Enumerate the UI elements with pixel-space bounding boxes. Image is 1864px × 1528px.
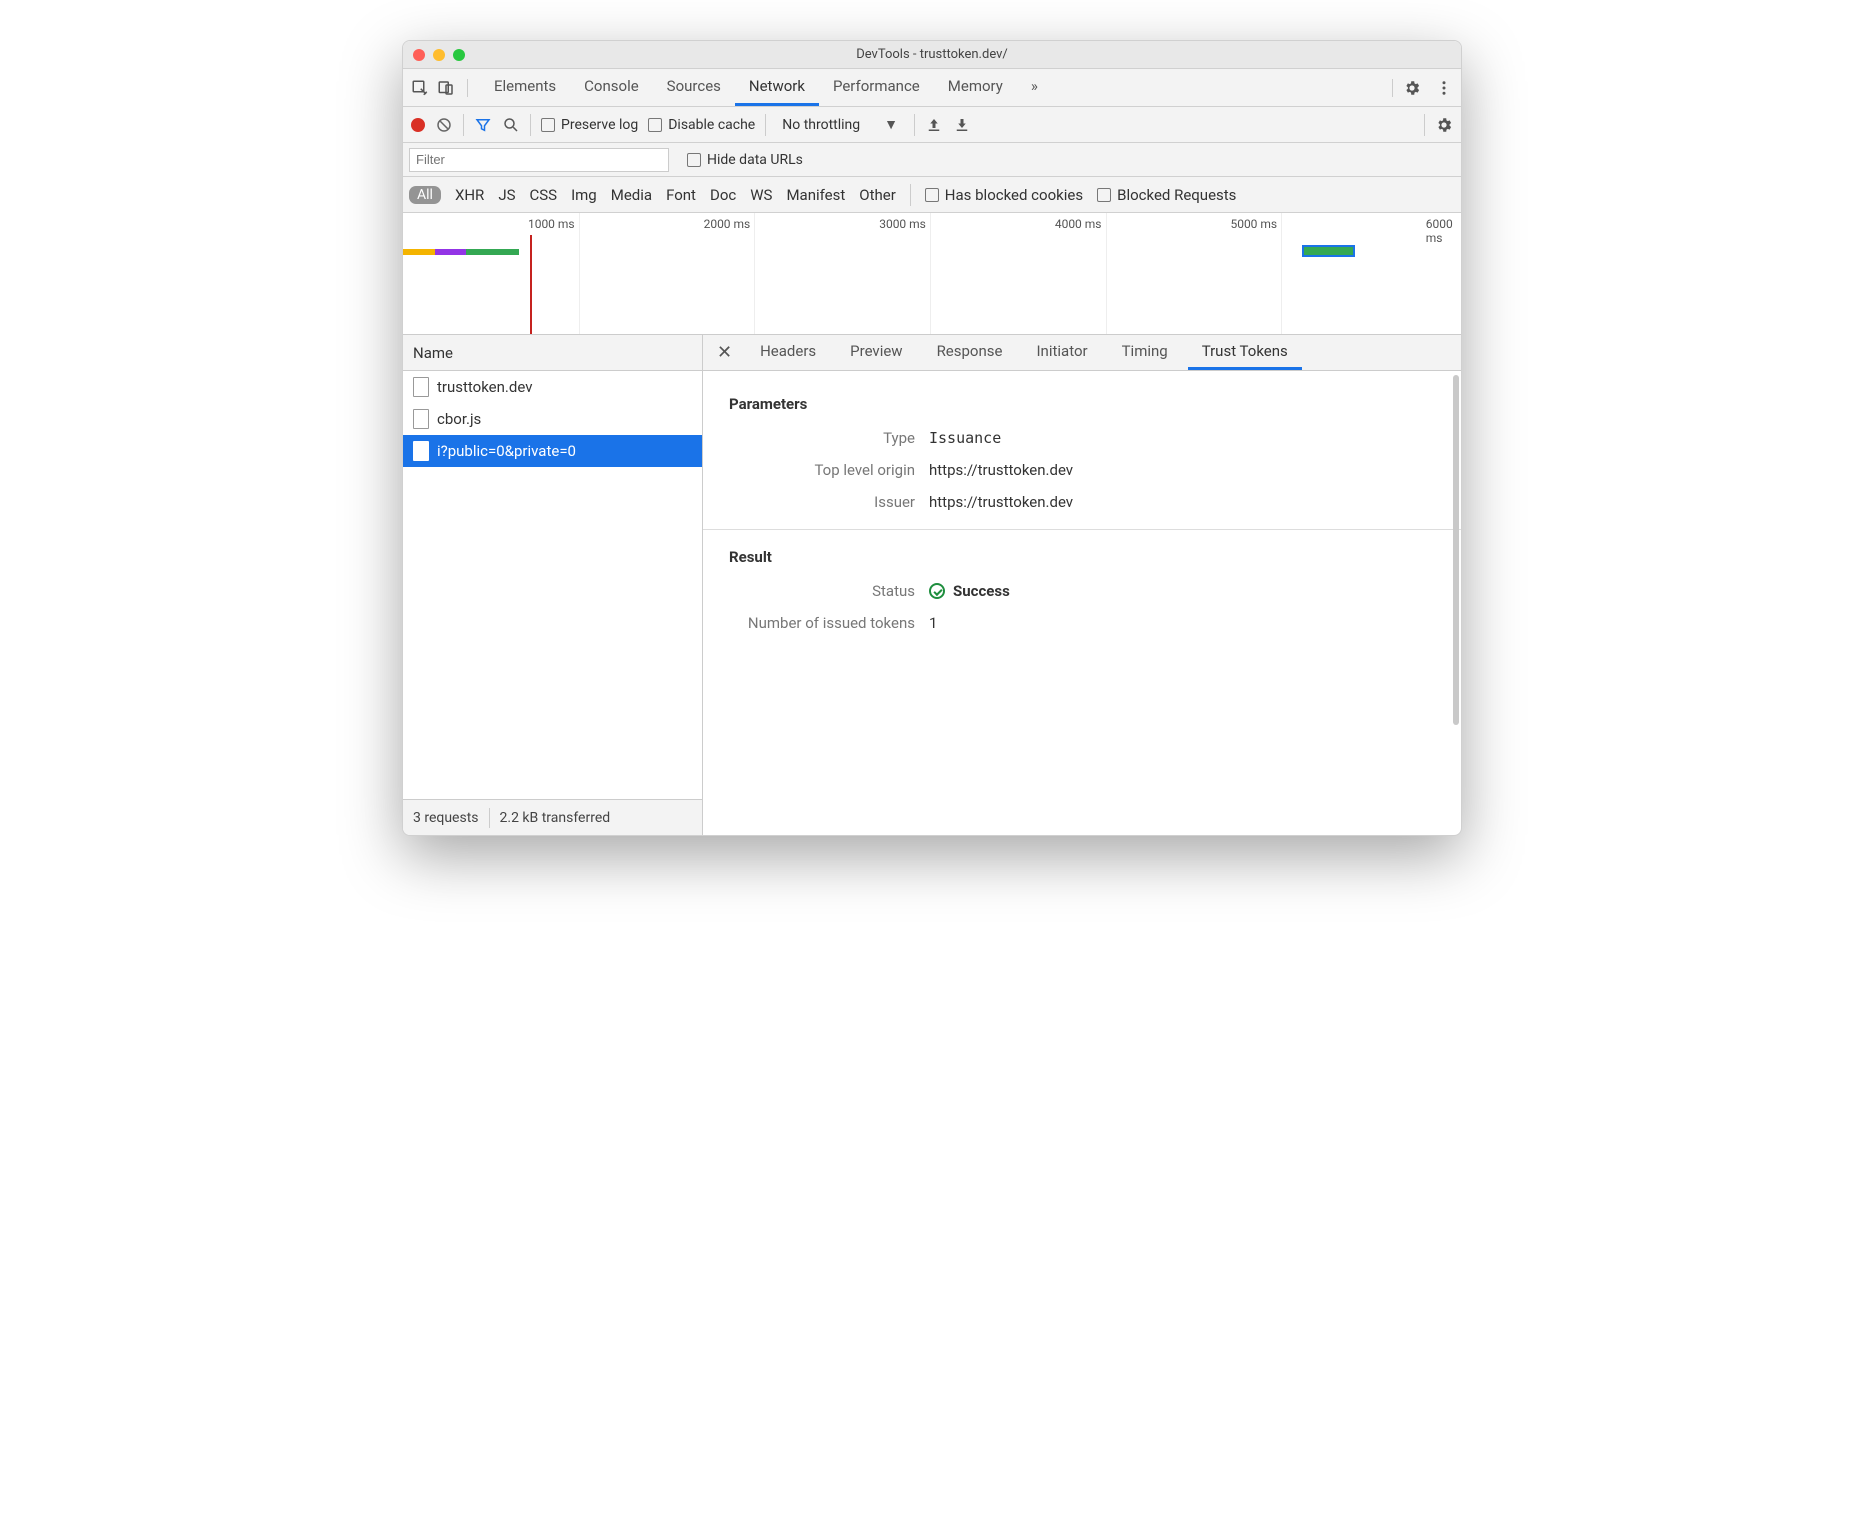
disable-cache-checkbox[interactable]: Disable cache	[648, 117, 755, 133]
network-type-filter: All XHR JS CSS Img Media Font Doc WS Man…	[403, 177, 1461, 213]
request-details-panel: ✕ Headers Preview Response Initiator Tim…	[703, 335, 1461, 835]
request-list-panel: Name trusttoken.dev cbor.js i?public=0&p…	[403, 335, 703, 835]
titlebar: DevTools - trusttoken.dev/	[403, 41, 1461, 69]
timeline-tick: 4000 ms	[1055, 217, 1106, 231]
scrollbar[interactable]	[1451, 371, 1461, 835]
type-img[interactable]: Img	[571, 186, 597, 204]
timeline-tick: 1000 ms	[528, 217, 579, 231]
param-origin-value: https://trusttoken.dev	[929, 461, 1435, 479]
tab-sources[interactable]: Sources	[653, 69, 735, 106]
section-parameters-title: Parameters	[729, 395, 1435, 413]
preserve-log-checkbox[interactable]: Preserve log	[541, 117, 638, 133]
result-issued-label: Number of issued tokens	[729, 614, 929, 632]
param-issuer-label: Issuer	[729, 493, 929, 511]
document-icon	[413, 441, 429, 461]
request-list: trusttoken.dev cbor.js i?public=0&privat…	[403, 371, 702, 799]
timeline-bar	[435, 249, 467, 255]
hide-data-urls-label: Hide data URLs	[707, 152, 803, 168]
network-timeline[interactable]: 1000 ms 2000 ms 3000 ms 4000 ms 5000 ms …	[403, 213, 1461, 335]
result-status-label: Status	[729, 582, 929, 600]
timeline-bar	[466, 249, 519, 255]
detail-tab-headers[interactable]: Headers	[746, 335, 830, 370]
detail-tab-timing[interactable]: Timing	[1108, 335, 1182, 370]
download-icon[interactable]	[953, 116, 971, 134]
request-name: cbor.js	[437, 410, 481, 428]
request-transferred: 2.2 kB transferred	[500, 810, 611, 826]
detail-tab-initiator[interactable]: Initiator	[1022, 335, 1101, 370]
request-row[interactable]: trusttoken.dev	[403, 371, 702, 403]
gear-icon[interactable]	[1435, 116, 1453, 134]
preserve-log-label: Preserve log	[561, 117, 638, 133]
result-status-value: Success	[953, 582, 1010, 600]
clear-icon[interactable]	[435, 116, 453, 134]
tab-performance[interactable]: Performance	[819, 69, 934, 106]
tab-overflow[interactable]: »	[1017, 69, 1052, 106]
type-all[interactable]: All	[409, 186, 441, 204]
inspect-icon[interactable]	[411, 79, 429, 97]
request-row[interactable]: i?public=0&private=0	[403, 435, 702, 467]
search-icon[interactable]	[502, 116, 520, 134]
type-media[interactable]: Media	[611, 186, 652, 204]
param-issuer-value: https://trusttoken.dev	[929, 493, 1435, 511]
timeline-tick: 6000 ms	[1426, 217, 1457, 245]
window-title: DevTools - trusttoken.dev/	[403, 47, 1461, 62]
has-blocked-cookies-checkbox[interactable]: Has blocked cookies	[925, 186, 1083, 204]
request-name: i?public=0&private=0	[437, 442, 576, 460]
document-icon	[413, 377, 429, 397]
blocked-requests-checkbox[interactable]: Blocked Requests	[1097, 186, 1236, 204]
main-tabbar: Elements Console Sources Network Perform…	[403, 69, 1461, 107]
network-filterbar: Hide data URLs	[403, 143, 1461, 177]
tab-console[interactable]: Console	[570, 69, 653, 106]
throttling-select[interactable]: No throttling ▼	[776, 116, 904, 133]
network-toolbar: Preserve log Disable cache No throttling…	[403, 107, 1461, 143]
detail-tab-preview[interactable]: Preview	[836, 335, 916, 370]
timeline-load-line	[530, 235, 532, 334]
request-list-header[interactable]: Name	[403, 335, 702, 371]
type-other[interactable]: Other	[859, 186, 896, 204]
network-content: Name trusttoken.dev cbor.js i?public=0&p…	[403, 335, 1461, 835]
throttling-value: No throttling	[782, 117, 860, 133]
timeline-tick: 5000 ms	[1230, 217, 1281, 231]
kebab-icon[interactable]	[1435, 79, 1453, 97]
record-button[interactable]	[411, 118, 425, 132]
param-type-label: Type	[729, 429, 929, 447]
result-issued-value: 1	[929, 614, 1435, 632]
gear-icon[interactable]	[1403, 79, 1421, 97]
param-origin-label: Top level origin	[729, 461, 929, 479]
disable-cache-label: Disable cache	[668, 117, 755, 133]
detail-tab-trusttokens[interactable]: Trust Tokens	[1188, 335, 1302, 370]
device-toggle-icon[interactable]	[437, 79, 455, 97]
upload-icon[interactable]	[925, 116, 943, 134]
timeline-tick: 2000 ms	[704, 217, 755, 231]
success-icon	[929, 583, 945, 599]
request-list-footer: 3 requests 2.2 kB transferred	[403, 799, 702, 835]
type-ws[interactable]: WS	[750, 186, 772, 204]
filter-input[interactable]	[409, 148, 669, 172]
timeline-tick: 3000 ms	[879, 217, 930, 231]
tab-elements[interactable]: Elements	[480, 69, 570, 106]
type-font[interactable]: Font	[666, 186, 696, 204]
request-name: trusttoken.dev	[437, 378, 532, 396]
type-manifest[interactable]: Manifest	[786, 186, 845, 204]
type-js[interactable]: JS	[498, 186, 515, 204]
param-type-value: Issuance	[929, 429, 1435, 447]
trust-tokens-body: Parameters Type Issuance Top level origi…	[703, 371, 1461, 835]
request-row[interactable]: cbor.js	[403, 403, 702, 435]
timeline-bar	[403, 249, 435, 255]
request-count: 3 requests	[413, 810, 479, 826]
timeline-selection	[1302, 245, 1355, 257]
devtools-window: DevTools - trusttoken.dev/ Elements Cons…	[402, 40, 1462, 836]
tab-memory[interactable]: Memory	[934, 69, 1017, 106]
type-xhr[interactable]: XHR	[455, 186, 484, 204]
tab-network[interactable]: Network	[735, 69, 819, 106]
hide-data-urls-checkbox[interactable]: Hide data URLs	[687, 152, 803, 168]
detail-tab-response[interactable]: Response	[923, 335, 1017, 370]
section-result-title: Result	[729, 548, 1435, 566]
type-doc[interactable]: Doc	[710, 186, 736, 204]
type-css[interactable]: CSS	[530, 186, 558, 204]
detail-tabbar: ✕ Headers Preview Response Initiator Tim…	[703, 335, 1461, 371]
close-icon[interactable]: ✕	[709, 342, 740, 363]
filter-icon[interactable]	[474, 116, 492, 134]
document-icon	[413, 409, 429, 429]
